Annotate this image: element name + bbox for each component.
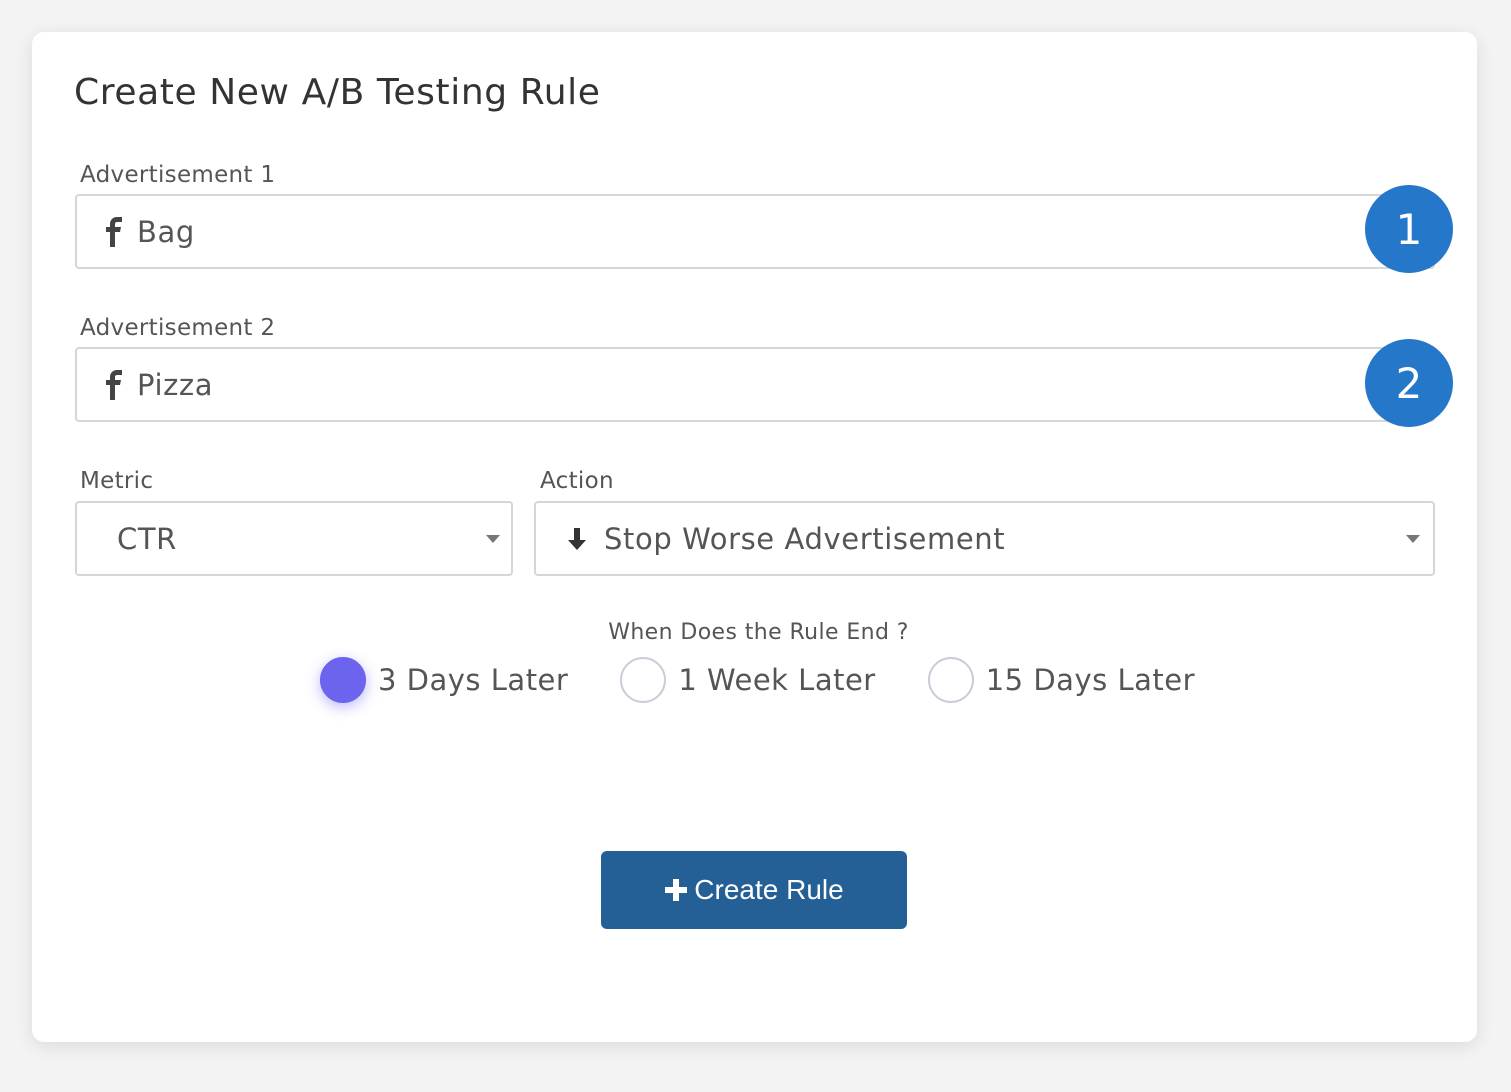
page-title: Create New A/B Testing Rule bbox=[74, 72, 601, 113]
advertisement-2-select[interactable]: Pizza bbox=[75, 347, 1435, 422]
radio-button[interactable] bbox=[927, 657, 974, 703]
radio-label: 3 Days Later bbox=[378, 663, 569, 697]
radio-option-15-days[interactable]: 15 Days Later bbox=[927, 657, 1196, 703]
facebook-icon bbox=[106, 369, 122, 400]
radio-label: 1 Week Later bbox=[678, 663, 876, 697]
create-rule-button[interactable]: Create Rule bbox=[601, 851, 907, 929]
radio-button-checked[interactable] bbox=[320, 657, 366, 703]
chevron-down-icon bbox=[486, 535, 500, 543]
radio-label: 15 Days Later bbox=[985, 663, 1196, 697]
radio-button[interactable] bbox=[620, 657, 667, 703]
metric-label: Metric bbox=[80, 468, 154, 494]
advertisement-1-value: Bag bbox=[137, 214, 195, 249]
advertisement-2-label: Advertisement 2 bbox=[80, 315, 276, 341]
advertisement-1-select[interactable]: Bag bbox=[75, 194, 1435, 269]
radio-option-3-days[interactable]: 3 Days Later bbox=[320, 657, 568, 703]
advertisement-1-label: Advertisement 1 bbox=[80, 162, 276, 188]
action-select[interactable]: Stop Worse Advertisement bbox=[534, 501, 1435, 576]
metric-select[interactable]: CTR bbox=[75, 501, 513, 576]
action-label: Action bbox=[540, 468, 614, 494]
action-value: Stop Worse Advertisement bbox=[604, 521, 1006, 556]
facebook-icon bbox=[106, 216, 122, 247]
radio-option-1-week[interactable]: 1 Week Later bbox=[620, 657, 875, 703]
rule-end-question: When Does the Rule End ? bbox=[608, 620, 909, 645]
create-rule-card: Create New A/B Testing Rule Advertisemen… bbox=[32, 32, 1477, 1042]
step-badge-2: 2 bbox=[1365, 339, 1453, 427]
arrow-down-icon bbox=[568, 527, 586, 550]
create-rule-label: Create Rule bbox=[694, 874, 844, 905]
chevron-down-icon bbox=[1406, 535, 1420, 543]
plus-icon bbox=[665, 879, 688, 901]
metric-value: CTR bbox=[117, 521, 177, 556]
step-badge-1: 1 bbox=[1365, 185, 1453, 273]
rule-end-options: 3 Days Later 1 Week Later 15 Days Later bbox=[320, 657, 1247, 703]
advertisement-2-value: Pizza bbox=[137, 367, 214, 402]
